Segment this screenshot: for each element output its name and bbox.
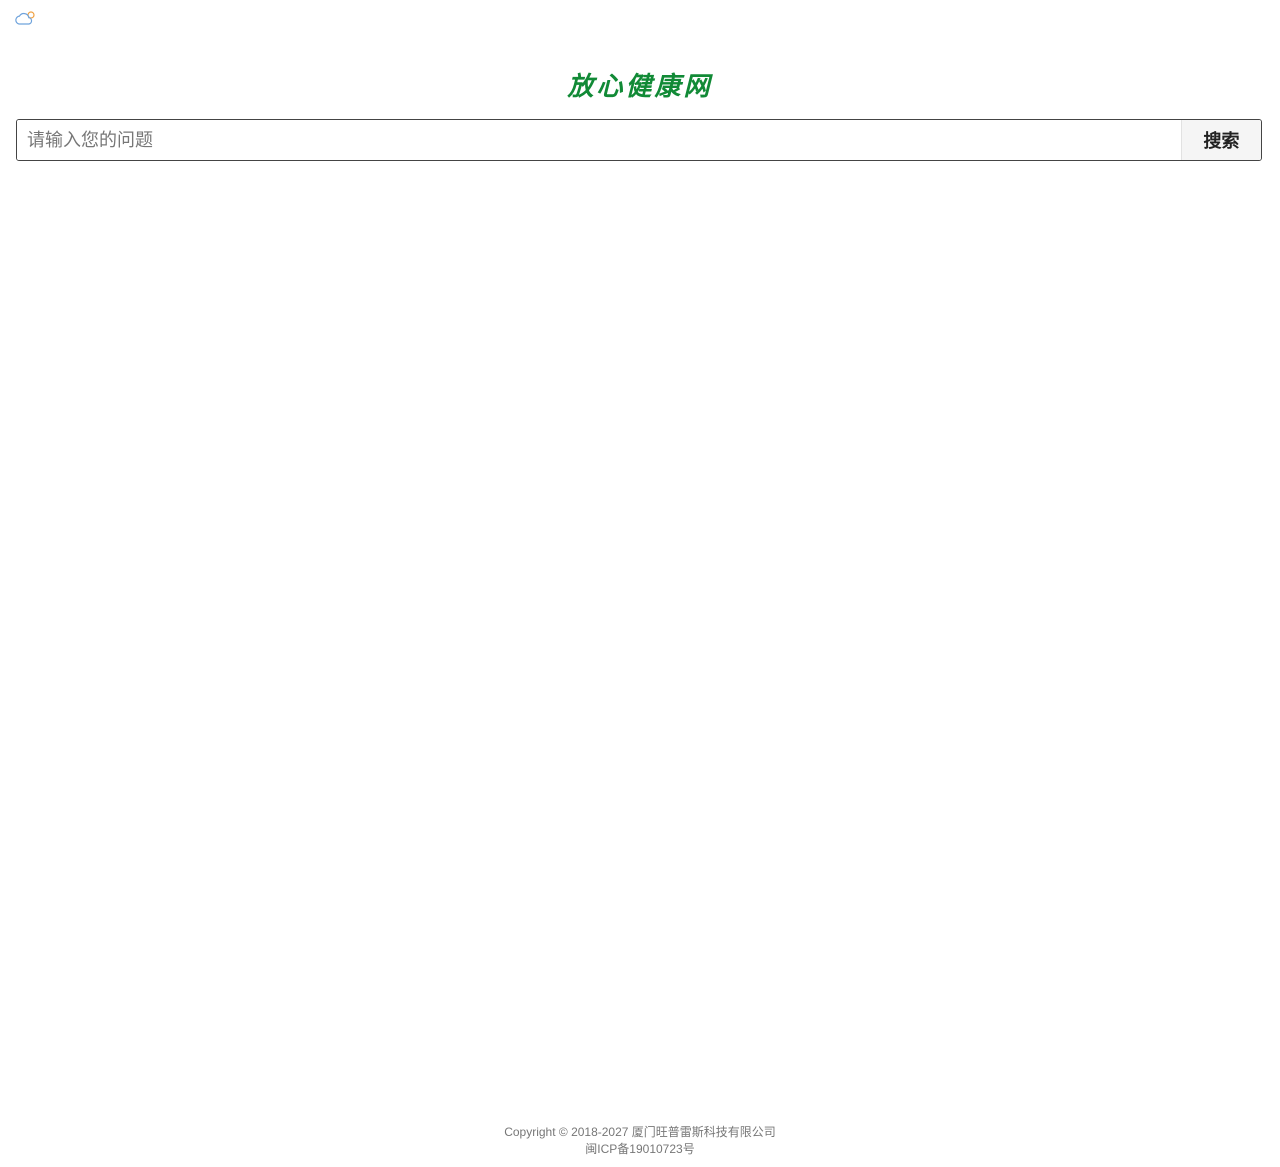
icp-link[interactable]: 闽ICP备19010723号 [0, 1141, 1280, 1158]
site-logo[interactable]: 放心健康网 [0, 66, 1280, 103]
footer: Copyright © 2018-2027 厦门旺普雷斯科技有限公司 闽ICP备… [0, 1124, 1280, 1158]
copyright-text: Copyright © 2018-2027 厦门旺普雷斯科技有限公司 [504, 1125, 776, 1139]
search-bar: 搜索 [16, 119, 1262, 161]
search-input[interactable] [17, 120, 1181, 160]
partly-cloudy-icon[interactable] [15, 10, 37, 26]
search-button[interactable]: 搜索 [1181, 120, 1261, 160]
